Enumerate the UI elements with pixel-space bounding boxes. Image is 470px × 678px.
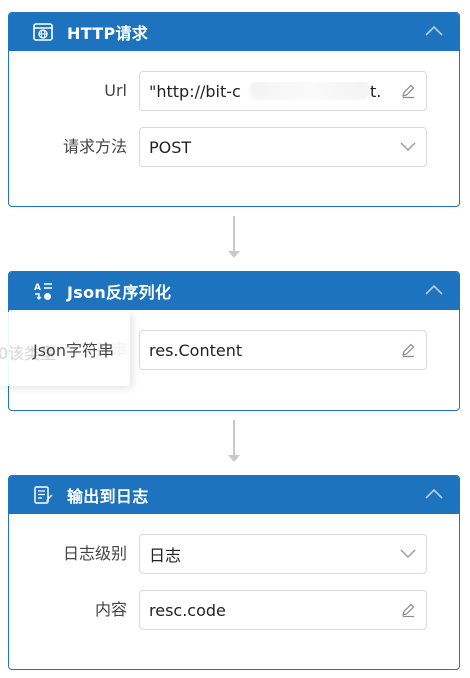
url-value-end: t. [370,81,382,101]
form-row-method: 请求方法 POST [9,127,459,167]
field-label-overlay: Json字符串 [33,341,114,360]
form-row-log-level: 日志级别 日志 [9,534,459,574]
redacted-mask [250,81,370,100]
transform-icon: A [29,277,57,305]
connector-line [233,420,235,456]
connector-arrow-icon [228,251,240,258]
connector-arrow-icon [228,455,240,462]
log-level-value: 日志 [149,546,182,565]
field-label: Url [104,81,127,100]
log-level-select[interactable]: 日志 [139,534,427,574]
url-value: "http://bit-c t. [140,81,390,101]
node-http-request[interactable]: HTTP请求 Url "http://bit-c t. 请求方法 POST [8,12,460,207]
chevron-up-icon[interactable] [423,486,445,502]
field-label: 内容 [94,600,127,619]
edit-icon[interactable] [390,591,426,629]
url-input[interactable]: "http://bit-c t. [139,71,427,111]
content-input[interactable]: resc.code [139,590,427,630]
edit-icon[interactable] [390,72,426,110]
chevron-up-icon[interactable] [423,23,445,39]
globe-window-icon [29,18,57,46]
form-row-content: 内容 resc.code [9,590,459,630]
node-log-output[interactable]: 输出到日志 日志级别 日志 内容 resc.code [8,475,460,670]
json-string-value: res.Content [149,340,243,360]
edit-icon[interactable] [390,331,426,369]
node-title: Json反序列化 [67,283,172,302]
node-header[interactable]: 输出到日志 [9,476,459,514]
chevron-down-icon[interactable] [390,535,426,573]
log-icon [29,481,57,509]
field-label: 请求方法 [62,137,127,156]
svg-text:A: A [34,283,41,293]
connector-line [233,216,235,252]
url-value-start: "http://bit-c [149,81,241,101]
node-title: HTTP请求 [67,24,149,43]
json-string-input[interactable]: res.Content [139,330,427,370]
chevron-down-icon[interactable] [390,128,426,166]
method-value: POST [149,137,192,157]
method-select[interactable]: POST [139,127,427,167]
chevron-up-icon[interactable] [423,282,445,298]
field-label: 日志级别 [62,544,127,563]
form-row-url: Url "http://bit-c t. [9,71,459,111]
content-value: resc.code [149,600,226,620]
node-header[interactable]: A Json反序列化 [9,272,459,310]
node-header[interactable]: HTTP请求 [9,13,459,51]
node-title: 输出到日志 [67,487,149,506]
